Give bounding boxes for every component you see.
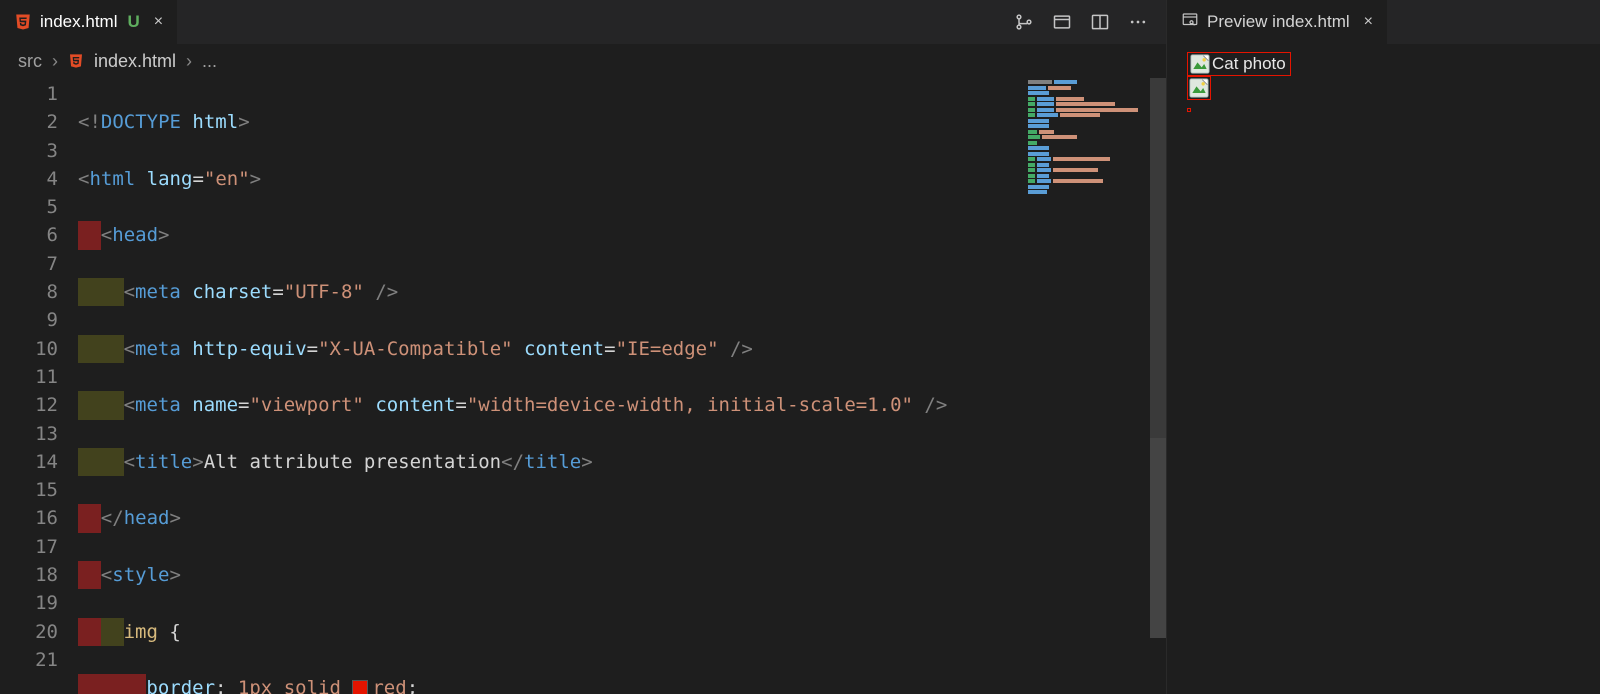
html-file-icon bbox=[14, 13, 32, 31]
breadcrumb-folder[interactable]: src bbox=[18, 51, 42, 72]
minimap[interactable] bbox=[1024, 78, 1150, 694]
more-actions-icon[interactable] bbox=[1128, 12, 1148, 32]
breadcrumb[interactable]: src › index.html › ... bbox=[0, 44, 1166, 78]
color-swatch-icon bbox=[352, 680, 368, 694]
broken-image-icon bbox=[1190, 54, 1210, 74]
preview-pane: Preview index.html × Cat photo bbox=[1166, 0, 1600, 694]
broken-image-icon bbox=[1189, 78, 1209, 98]
tab-actions bbox=[1014, 0, 1166, 44]
html-file-icon bbox=[68, 53, 84, 69]
minimap-content bbox=[1028, 80, 1146, 180]
split-editor-icon[interactable] bbox=[1090, 12, 1110, 32]
editor-tab-bar: index.html U × bbox=[0, 0, 1166, 44]
code-content[interactable]: <!DOCTYPE html> <html lang="en"> <head> … bbox=[78, 78, 1166, 694]
line-number-gutter: 123 456 789 101112 131415 161718 192021 bbox=[0, 78, 78, 694]
close-icon[interactable]: × bbox=[154, 13, 163, 31]
preview-tab-bar: Preview index.html × bbox=[1167, 0, 1600, 44]
close-icon[interactable]: × bbox=[1364, 13, 1373, 31]
source-control-icon[interactable] bbox=[1014, 12, 1034, 32]
preview-tab-title: Preview index.html bbox=[1207, 12, 1350, 32]
preview-body: Cat photo bbox=[1167, 44, 1600, 694]
broken-image-empty-alt bbox=[1187, 108, 1191, 112]
tab-filename: index.html bbox=[40, 12, 117, 32]
scrollbar[interactable] bbox=[1150, 78, 1166, 694]
editor-pane: index.html U × src › index.html › ... bbox=[0, 0, 1166, 694]
preview-icon bbox=[1181, 11, 1199, 34]
broken-image-alt-text: Cat photo bbox=[1210, 54, 1288, 74]
chevron-right-icon: › bbox=[186, 51, 192, 72]
tab-dirty-marker: U bbox=[127, 12, 139, 32]
open-changes-icon[interactable] bbox=[1052, 12, 1072, 32]
broken-image-no-alt bbox=[1187, 76, 1211, 100]
editor-tab[interactable]: index.html U × bbox=[0, 0, 177, 44]
broken-image-with-alt: Cat photo bbox=[1187, 52, 1291, 76]
preview-tab[interactable]: Preview index.html × bbox=[1167, 0, 1387, 44]
chevron-right-icon: › bbox=[52, 51, 58, 72]
breadcrumb-ellipsis[interactable]: ... bbox=[202, 51, 217, 72]
breadcrumb-file[interactable]: index.html bbox=[94, 51, 176, 72]
code-editor[interactable]: 123 456 789 101112 131415 161718 192021 … bbox=[0, 78, 1166, 694]
